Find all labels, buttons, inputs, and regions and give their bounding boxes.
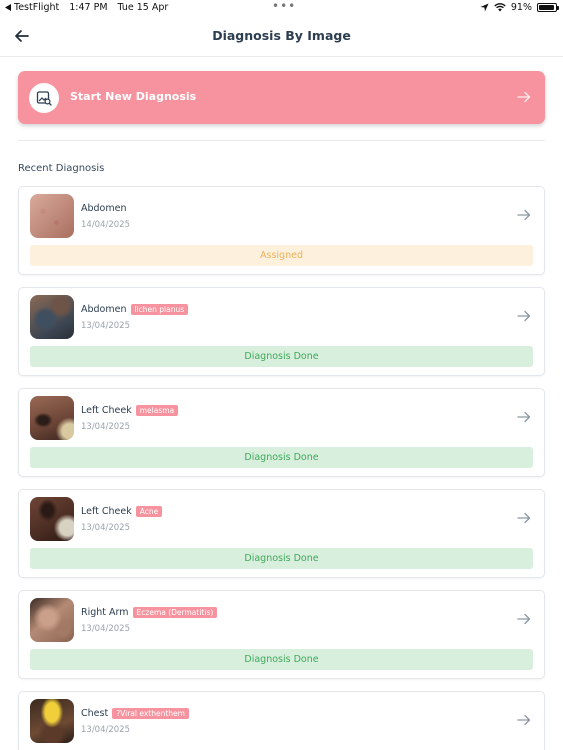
diagnosis-card[interactable]: Abdomen 14/04/2025 Assigned: [18, 186, 545, 275]
diagnosis-tag: melasma: [135, 405, 179, 416]
wifi-icon: [494, 3, 506, 12]
diagnosis-date: 13/04/2025: [81, 321, 130, 331]
status-badge: Diagnosis Done: [30, 346, 533, 367]
start-new-diagnosis-button[interactable]: Start New Diagnosis: [18, 71, 545, 124]
diagnosis-date: 14/04/2025: [81, 220, 130, 230]
arrow-right-icon: [517, 310, 531, 322]
page-title: Diagnosis By Image: [212, 28, 351, 43]
status-date: Tue 15 Apr: [117, 2, 169, 13]
diagnosis-tag: Eczema (Dermatitis): [132, 607, 218, 618]
status-time: 1:47 PM: [69, 2, 108, 13]
body-site: Left Cheek: [81, 405, 132, 416]
body-site: Abdomen: [81, 203, 127, 214]
battery-percent: 91%: [510, 2, 532, 13]
back-to-app[interactable]: TestFlight: [5, 2, 59, 13]
arrow-right-icon: [517, 209, 531, 221]
arrow-right-icon: [517, 411, 531, 423]
skin-image-thumbnail: [30, 295, 74, 339]
status-badge: Diagnosis Done: [30, 649, 533, 670]
diagnosis-card[interactable]: Right Arm Eczema (Dermatitis) 13/04/2025…: [18, 590, 545, 679]
diagnosis-card[interactable]: Abdomen lichen planus 13/04/2025 Diagnos…: [18, 287, 545, 376]
multitasking-dots-icon[interactable]: •••: [272, 0, 296, 12]
diagnosis-tag: lichen planus: [130, 304, 189, 315]
diagnosis-tag: ?Viral exthenthem: [112, 708, 189, 719]
skin-image-thumbnail: [30, 396, 74, 440]
image-search-icon: [29, 83, 59, 113]
diagnosis-date: 13/04/2025: [81, 624, 130, 634]
diagnosis-date: 13/04/2025: [81, 725, 130, 735]
back-triangle-icon: [5, 4, 11, 11]
body-site: Chest: [81, 708, 109, 719]
header: Diagnosis By Image: [0, 16, 563, 57]
location-arrow-icon: [480, 3, 489, 12]
diagnosis-card[interactable]: Chest ?Viral exthenthem 13/04/2025: [18, 691, 545, 750]
body-site: Right Arm: [81, 607, 129, 618]
status-bar: TestFlight 1:47 PM Tue 15 Apr ••• 91%: [0, 0, 563, 16]
source-app-label: TestFlight: [14, 2, 60, 13]
skin-image-thumbnail: [30, 598, 74, 642]
start-new-diagnosis-label: Start New Diagnosis: [70, 90, 197, 103]
arrow-right-icon: [517, 91, 531, 103]
arrow-right-icon: [517, 714, 531, 726]
diagnosis-date: 13/04/2025: [81, 422, 130, 432]
section-title: Recent Diagnosis: [18, 163, 105, 174]
diagnosis-date: 13/04/2025: [81, 523, 130, 533]
skin-image-thumbnail: [30, 497, 74, 541]
arrow-right-icon: [517, 512, 531, 524]
diagnosis-card[interactable]: Left Cheek melasma 13/04/2025 Diagnosis …: [18, 388, 545, 477]
skin-image-thumbnail: [30, 699, 74, 743]
body-site: Abdomen: [81, 304, 127, 315]
status-badge: Assigned: [30, 245, 533, 266]
skin-image-thumbnail: [30, 194, 74, 238]
battery-icon: [537, 3, 559, 12]
status-badge: Diagnosis Done: [30, 447, 533, 468]
diagnosis-tag: Acne: [135, 506, 163, 517]
status-badge: Diagnosis Done: [30, 548, 533, 569]
divider: [18, 140, 545, 141]
arrow-right-icon: [517, 613, 531, 625]
diagnosis-card[interactable]: Left Cheek Acne 13/04/2025 Diagnosis Don…: [18, 489, 545, 578]
body-site: Left Cheek: [81, 506, 132, 517]
